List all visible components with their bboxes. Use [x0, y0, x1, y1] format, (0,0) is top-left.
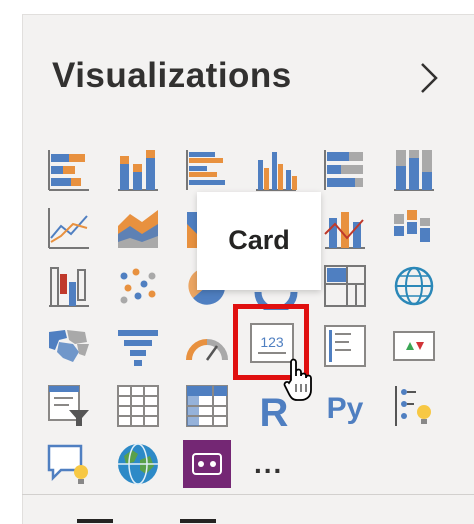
- hand-pointer-cursor-icon: [283, 358, 313, 402]
- format-tab-indicator[interactable]: [180, 519, 216, 523]
- pane-title: Visualizations: [52, 56, 292, 95]
- clustered-bar-chart-icon: [186, 150, 225, 190]
- more-visuals-button[interactable]: ...: [254, 448, 283, 480]
- kpi-button[interactable]: [390, 322, 438, 370]
- line-chart-button[interactable]: [45, 204, 93, 252]
- tooltip-text: Card: [228, 225, 290, 255]
- multi-row-card-icon: [324, 325, 366, 367]
- 100-stacked-bar-chart-icon: [324, 150, 363, 190]
- key-influencers-icon: [395, 386, 431, 426]
- treemap-icon: [324, 265, 366, 307]
- waterfall-ribbon-button[interactable]: [45, 262, 93, 310]
- area-chart-button[interactable]: [114, 204, 162, 252]
- gauge-button[interactable]: [183, 322, 231, 370]
- pane-divider: [22, 494, 474, 495]
- svg-text:Py: Py: [327, 392, 364, 425]
- scatter-chart-icon: [120, 268, 156, 304]
- globe-map-icon: [394, 266, 434, 306]
- area-chart-icon: [118, 210, 158, 248]
- waterfall-chart-button[interactable]: [390, 204, 438, 252]
- 100-stacked-column-chart-button[interactable]: [390, 146, 438, 194]
- card-tooltip: Card: [197, 192, 321, 290]
- map-button[interactable]: [390, 262, 438, 310]
- qa-visual-button[interactable]: [45, 440, 93, 488]
- clustered-column-chart-button[interactable]: [252, 146, 300, 194]
- ribbon-chart-button[interactable]: [321, 204, 369, 252]
- funnel-icon: [118, 330, 158, 366]
- chevron-right-icon: [421, 63, 438, 93]
- table-icon: [117, 385, 159, 427]
- table-button[interactable]: [114, 382, 162, 430]
- funnel-button[interactable]: [114, 322, 162, 370]
- filled-map-button[interactable]: [45, 322, 93, 370]
- 100-stacked-column-chart-icon: [394, 150, 434, 191]
- arcgis-globe-icon: [118, 443, 158, 485]
- slicer-icon: [48, 385, 89, 426]
- kpi-icon: [393, 331, 435, 361]
- treemap-button[interactable]: [321, 262, 369, 310]
- multi-row-card-button[interactable]: [321, 322, 369, 370]
- canvas-edge: [0, 0, 22, 523]
- collapse-pane-button[interactable]: [416, 60, 442, 96]
- arcgis-map-button[interactable]: [114, 440, 162, 488]
- 100-stacked-bar-chart-button[interactable]: [321, 146, 369, 194]
- stacked-bar-chart-icon: [48, 150, 89, 191]
- key-influencers-button[interactable]: [390, 382, 438, 430]
- waterfall-chart-icon: [394, 210, 430, 242]
- line-chart-icon: [48, 208, 89, 249]
- stacked-column-chart-button[interactable]: [114, 146, 162, 194]
- stacked-bar-chart-button[interactable]: [45, 146, 93, 194]
- python-visual-button[interactable]: Py: [321, 382, 369, 430]
- slicer-button[interactable]: [45, 382, 93, 430]
- matrix-button[interactable]: [183, 382, 231, 430]
- matrix-icon: [186, 385, 228, 427]
- qa-chat-icon: [47, 444, 88, 484]
- clustered-bar-chart-button[interactable]: [183, 146, 231, 194]
- fields-tab-indicator[interactable]: [77, 519, 113, 523]
- gauge-icon: [186, 339, 228, 361]
- powerapps-icon: [183, 440, 231, 488]
- filled-map-icon: [49, 330, 89, 362]
- scatter-chart-button[interactable]: [114, 262, 162, 310]
- waterfall-chart-icon: [49, 267, 89, 307]
- python-icon: Py: [327, 392, 364, 425]
- stacked-column-chart-icon: [118, 150, 158, 191]
- powerapps-button[interactable]: [183, 440, 231, 488]
- ribbon-chart-icon: [324, 212, 365, 249]
- clustered-column-chart-icon: [256, 152, 297, 191]
